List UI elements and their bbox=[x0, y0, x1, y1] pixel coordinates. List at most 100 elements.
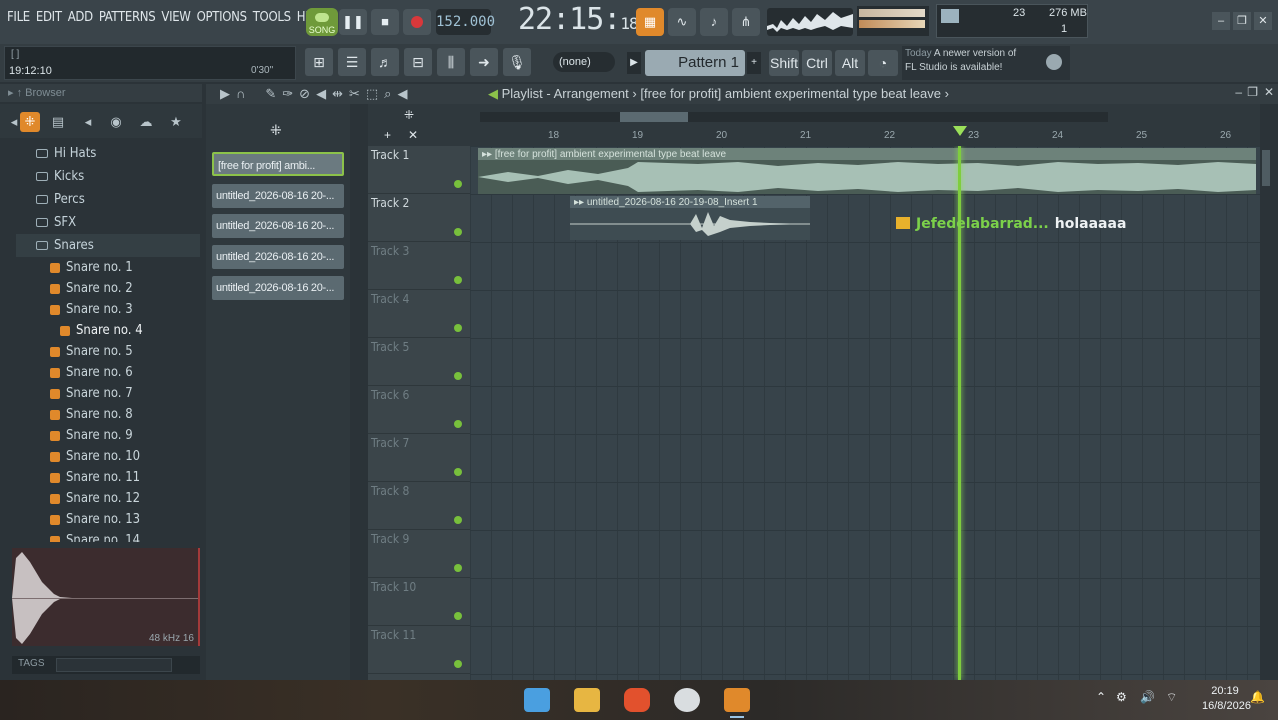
ctrl-key[interactable]: Ctrl bbox=[802, 50, 832, 76]
alt-key[interactable]: Alt bbox=[835, 50, 865, 76]
track-row[interactable]: Track 10 bbox=[368, 578, 470, 626]
track-led[interactable] bbox=[454, 660, 462, 668]
cloud-icon[interactable]: ☁ bbox=[136, 112, 156, 132]
channel-rack-icon[interactable]: ☰ bbox=[338, 48, 366, 76]
list-item-selected[interactable]: Snare no. 4 bbox=[16, 320, 200, 341]
zoom-icon[interactable]: ⌕ bbox=[384, 86, 391, 102]
song-mode-toggle[interactable]: SONG bbox=[306, 8, 338, 36]
track-led[interactable] bbox=[454, 276, 462, 284]
track-led[interactable] bbox=[454, 468, 462, 476]
track-led[interactable] bbox=[454, 180, 462, 188]
tempo-tap-icon[interactable]: ◔ bbox=[868, 50, 898, 76]
remove-track-icon[interactable]: ✕ bbox=[408, 128, 418, 142]
list-item[interactable]: Snare no. 9 bbox=[16, 425, 200, 446]
song-position-clock[interactable]: 22:15:18 bbox=[518, 2, 639, 37]
list-item[interactable]: Snare no. 12 bbox=[16, 488, 200, 509]
windows-start-icon[interactable] bbox=[524, 688, 550, 712]
minimize-icon[interactable]: – bbox=[1212, 12, 1230, 30]
playhead-marker[interactable] bbox=[953, 126, 967, 136]
pattern-selector[interactable]: Pattern 1 bbox=[645, 50, 745, 76]
microphone-icon[interactable]: 🎙 bbox=[503, 48, 531, 76]
folder-percs[interactable]: Percs bbox=[16, 188, 200, 211]
pause-button[interactable]: ❚❚ bbox=[339, 9, 367, 35]
clip-item[interactable]: untitled_2026-08-16 20-... bbox=[212, 214, 344, 238]
system-clock[interactable]: 20:19 16/8/2026 bbox=[1202, 684, 1251, 714]
piano-roll-icon[interactable]: ♬ bbox=[371, 48, 399, 76]
menu-view[interactable]: VIEW bbox=[158, 10, 193, 25]
playlist-minimize-icon[interactable]: – bbox=[1235, 85, 1242, 99]
list-item[interactable]: Snare no. 6 bbox=[16, 362, 200, 383]
track-row[interactable]: Track 8 bbox=[368, 482, 470, 530]
globe-icon[interactable] bbox=[1046, 54, 1062, 70]
track-led[interactable] bbox=[454, 372, 462, 380]
menu-options[interactable]: OPTIONS bbox=[194, 10, 250, 25]
tray-chevron-icon[interactable]: ⌃ bbox=[1096, 690, 1106, 704]
magnet-icon[interactable]: ∩ bbox=[236, 86, 245, 102]
track-led[interactable] bbox=[454, 516, 462, 524]
track-row[interactable]: Track 2 bbox=[368, 194, 470, 242]
mute-icon[interactable]: ◀ bbox=[316, 86, 326, 102]
track-row[interactable]: Track 6 bbox=[368, 386, 470, 434]
wait-input-icon[interactable]: ⋔ bbox=[732, 8, 760, 36]
typing-keyboard-icon[interactable]: ▦ bbox=[636, 8, 664, 36]
add-track-icon[interactable]: + bbox=[384, 128, 391, 142]
menu-edit[interactable]: EDIT bbox=[33, 10, 65, 25]
playlist-close-icon[interactable]: ✕ bbox=[1264, 85, 1274, 99]
arrow-icon[interactable]: ➜ bbox=[470, 48, 498, 76]
files-icon[interactable]: ▤ bbox=[48, 112, 68, 132]
brave-browser-icon[interactable] bbox=[624, 688, 650, 712]
slice-icon[interactable]: ✂ bbox=[349, 86, 360, 102]
list-item[interactable]: Snare no. 11 bbox=[16, 467, 200, 488]
file-explorer-icon[interactable] bbox=[574, 688, 600, 712]
tray-app-icon[interactable]: ⚙ bbox=[1116, 690, 1127, 704]
list-item[interactable]: Snare no. 7 bbox=[16, 383, 200, 404]
playlist-grid[interactable]: ▸▸ [free for profit] ambient experimenta… bbox=[470, 146, 1260, 680]
shift-key[interactable]: Shift bbox=[769, 50, 799, 76]
track-row[interactable]: Track 3 bbox=[368, 242, 470, 290]
notification-icon[interactable]: 🔔 bbox=[1250, 690, 1265, 704]
clip-item[interactable]: [free for profit] ambi... bbox=[212, 152, 344, 176]
browser-mode-icon[interactable]: ⁜ bbox=[20, 112, 40, 132]
scrollbar-thumb[interactable] bbox=[1262, 150, 1270, 186]
close-icon[interactable]: ✕ bbox=[1254, 12, 1272, 30]
wifi-icon[interactable]: ⌔ bbox=[1166, 690, 1177, 705]
metronome-icon[interactable]: ♪ bbox=[700, 8, 728, 36]
playlist-menu-icon[interactable]: ▶ bbox=[220, 86, 230, 102]
audio-clip-icon[interactable]: ⁜ bbox=[270, 122, 282, 139]
list-item[interactable]: Snare no. 8 bbox=[16, 404, 200, 425]
playlist-maximize-icon[interactable]: ❐ bbox=[1247, 85, 1258, 99]
mixer-icon[interactable]: ⫼ bbox=[437, 48, 465, 76]
horizontal-scrollbar[interactable] bbox=[480, 112, 1108, 122]
clip-item[interactable]: untitled_2026-08-16 20-... bbox=[212, 276, 344, 300]
volume-icon[interactable]: 🔊 bbox=[1140, 690, 1155, 704]
paint-icon[interactable]: ✑ bbox=[282, 86, 293, 102]
sample-preview[interactable]: 48 kHz 16 bbox=[12, 548, 200, 646]
clip-item[interactable]: untitled_2026-08-16 20-... bbox=[212, 245, 344, 269]
record-button[interactable] bbox=[403, 9, 431, 35]
menu-file[interactable]: FILE bbox=[4, 10, 33, 25]
delete-icon[interactable]: ⊘ bbox=[299, 86, 310, 102]
fl-studio-icon[interactable] bbox=[724, 688, 750, 712]
playback-icon[interactable]: ◀ bbox=[397, 86, 407, 102]
track-row[interactable]: Track 7 bbox=[368, 434, 470, 482]
list-item[interactable]: Snare no. 14 bbox=[16, 530, 200, 542]
list-item[interactable]: Snare no. 3 bbox=[16, 299, 200, 320]
clock-app-icon[interactable] bbox=[674, 688, 700, 712]
menu-patterns[interactable]: PATTERNS bbox=[96, 10, 159, 25]
select-icon[interactable]: ⬚ bbox=[366, 86, 378, 102]
clip-item[interactable]: untitled_2026-08-16 20-... bbox=[212, 184, 344, 208]
stop-button[interactable]: ■ bbox=[371, 9, 399, 35]
star-icon[interactable]: ★ bbox=[166, 112, 186, 132]
track-row[interactable]: Track 11 bbox=[368, 626, 470, 674]
list-item[interactable]: Snare no. 13 bbox=[16, 509, 200, 530]
list-item[interactable]: Snare no. 1 bbox=[16, 257, 200, 278]
tags-input[interactable] bbox=[56, 658, 172, 672]
folder-sfx[interactable]: SFX bbox=[16, 211, 200, 234]
plugin-icon[interactable]: ◂ bbox=[78, 112, 98, 132]
pattern-prev-icon[interactable]: ▶ bbox=[627, 52, 641, 74]
track-led[interactable] bbox=[454, 612, 462, 620]
track-row[interactable]: Track 9 bbox=[368, 530, 470, 578]
playlist-icon[interactable]: ⊞ bbox=[305, 48, 333, 76]
slip-icon[interactable]: ⇹ bbox=[332, 86, 343, 102]
maximize-icon[interactable]: ❐ bbox=[1233, 12, 1251, 30]
